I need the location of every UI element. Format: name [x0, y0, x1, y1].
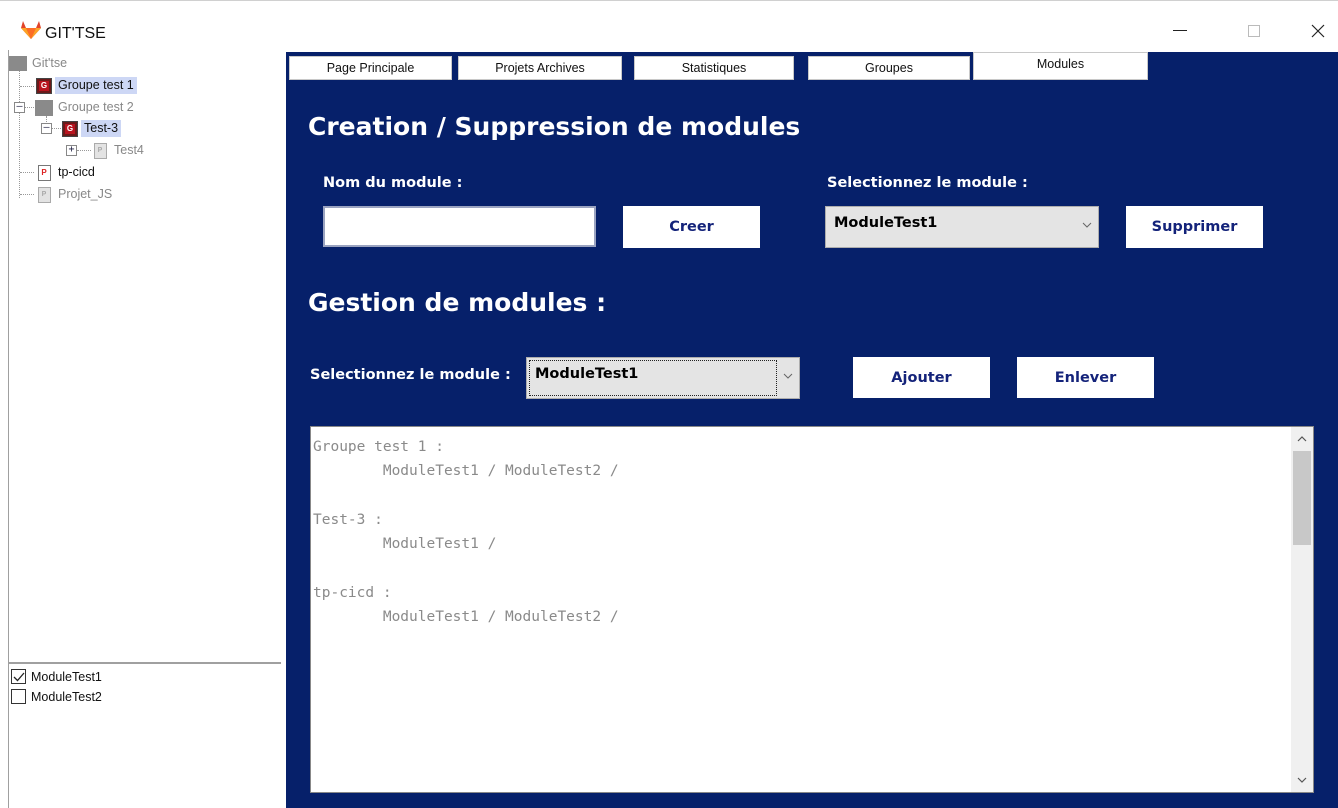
gestion-select-label: Selectionnez le module :	[310, 367, 511, 383]
module-check-label: ModuleTest1	[31, 669, 102, 684]
expand-toggle[interactable]: +	[66, 145, 77, 156]
tree-node-test-3[interactable]: G Test-3	[61, 119, 122, 138]
tree-connector	[51, 128, 61, 129]
tree-node-test4[interactable]: P Test4	[91, 141, 147, 160]
tree-node-groupe-test-2[interactable]: Groupe test 2	[35, 98, 137, 117]
chevron-down-icon	[783, 373, 793, 379]
title-bar: GIT'TSE	[0, 0, 1338, 50]
project-icon: P	[93, 142, 107, 159]
select-module-label: Selectionnez le module :	[827, 175, 1028, 191]
tab-statistiques[interactable]: Statistiques	[634, 56, 794, 80]
tab-groupes[interactable]: Groupes	[808, 56, 970, 80]
project-icon: P	[37, 164, 51, 181]
tab-projets-archives[interactable]: Projets Archives	[458, 56, 622, 80]
tree-root[interactable]: Git'tse	[9, 54, 70, 73]
group-icon: G	[62, 120, 78, 137]
module-check-label: ModuleTest2	[31, 689, 102, 704]
close-icon	[1311, 24, 1325, 38]
group-icon: G	[36, 77, 52, 94]
tree-connector	[20, 194, 34, 195]
project-icon: P	[37, 186, 51, 203]
minimize-button[interactable]	[1156, 15, 1204, 47]
chevron-down-icon[interactable]	[1296, 774, 1308, 786]
tab-page-principale[interactable]: Page Principale	[289, 56, 452, 80]
app-logo-icon	[21, 21, 41, 39]
selected-module-value: ModuleTest1	[834, 215, 938, 231]
maximize-button[interactable]	[1230, 15, 1278, 47]
modules-panel: Page Principale Projets Archives Statist…	[286, 52, 1338, 808]
maximize-icon	[1248, 25, 1260, 37]
tree-node-tp-cicd[interactable]: P tp-cicd	[35, 163, 98, 182]
vertical-scrollbar[interactable]	[1291, 427, 1313, 792]
panel-splitter[interactable]	[9, 662, 281, 664]
checkbox[interactable]	[11, 669, 26, 684]
remove-module-button[interactable]: Enlever	[1017, 357, 1154, 398]
module-check-item[interactable]: ModuleTest1	[11, 667, 102, 686]
add-module-button[interactable]: Ajouter	[853, 357, 990, 398]
tree-node-label: Groupe test 1	[55, 77, 137, 94]
tree-node-label: Git'tse	[32, 56, 68, 70]
tree-connector	[20, 86, 34, 87]
module-name-label: Nom du module :	[323, 175, 463, 191]
modules-output-text: Groupe test 1 : ModuleTest1 / ModuleTest…	[313, 439, 619, 626]
tree-connector	[20, 172, 34, 173]
tree-node-label: Test-3	[81, 120, 122, 137]
create-button[interactable]: Creer	[623, 206, 760, 248]
collapse-toggle[interactable]: –	[41, 123, 52, 134]
close-button[interactable]	[1294, 15, 1338, 47]
tree-node-label: Projet_JS	[58, 187, 113, 201]
project-tree-panel: Git'tse G Groupe test 1 – Groupe test 2 …	[8, 50, 281, 808]
tree-node-label: tp-cicd	[58, 165, 95, 179]
gestion-module-select[interactable]: ModuleTest1	[526, 357, 800, 399]
gestion-section-title: Gestion de modules :	[308, 288, 607, 317]
folder-icon	[35, 99, 53, 116]
delete-button[interactable]: Supprimer	[1126, 206, 1263, 248]
tree-node-projet-js[interactable]: P Projet_JS	[35, 185, 115, 204]
tab-modules[interactable]: Modules	[973, 52, 1148, 80]
tree-node-groupe-test-1[interactable]: G Groupe test 1	[35, 76, 137, 95]
creation-section-title: Creation / Suppression de modules	[308, 112, 801, 141]
folder-icon	[9, 56, 27, 71]
tree-connector	[77, 150, 91, 151]
scrollbar-thumb[interactable]	[1293, 451, 1311, 545]
module-check-item[interactable]: ModuleTest2	[11, 687, 102, 706]
checkbox[interactable]	[11, 689, 26, 704]
tree-node-label: Test4	[114, 143, 144, 157]
minimize-icon	[1173, 30, 1187, 31]
tree-node-label: Groupe test 2	[58, 100, 134, 114]
check-icon	[13, 672, 24, 681]
delete-module-select[interactable]: ModuleTest1	[825, 206, 1099, 248]
window-title: GIT'TSE	[45, 25, 106, 42]
module-name-input[interactable]	[323, 206, 596, 247]
selected-module-value: ModuleTest1	[535, 366, 639, 382]
chevron-down-icon	[1082, 222, 1092, 228]
chevron-up-icon[interactable]	[1296, 433, 1308, 445]
modules-output-textarea[interactable]: Groupe test 1 : ModuleTest1 / ModuleTest…	[310, 426, 1314, 793]
collapse-toggle[interactable]: –	[14, 102, 25, 113]
tree-connector	[25, 107, 34, 108]
